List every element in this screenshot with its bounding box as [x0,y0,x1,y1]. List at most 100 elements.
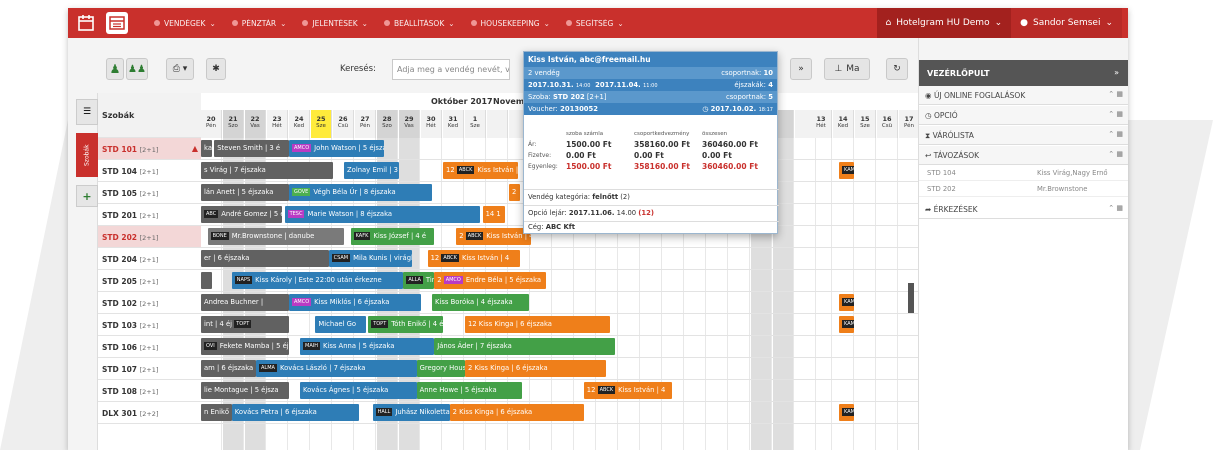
booking-bar[interactable]: int | 4 éj TOPT [201,316,289,333]
collapse-icon[interactable]: » [1114,68,1119,77]
booking-bar[interactable]: János Áder | 7 éjszaka [434,338,615,355]
booking-bar[interactable]: KAFK Kiss József | 4 é [350,228,435,245]
rooms-tab[interactable]: Szobák [76,133,98,177]
booking-bar[interactable]: 2 Kiss Kinga | 6 éjszaka [449,404,584,421]
section-controls[interactable]: ⌃ ▦ [1108,150,1123,158]
day-column [877,138,898,450]
plus-icon[interactable]: + [76,185,98,207]
room-row-header[interactable]: STD 108 [2+1] [98,380,201,402]
departure-item[interactable]: STD 104 Kiss Virág,Nagy Ernő [919,166,1128,181]
room-row-header[interactable]: STD 201 [2+1] [98,204,201,226]
booking-bar[interactable]: ALLATimo [403,272,435,289]
section-controls[interactable]: ⌃ ▦ [1108,204,1123,212]
booking-bar[interactable]: lie Montague | 5 éjsza [201,382,289,399]
room-row-header[interactable]: STD 202 [2+1] [98,226,201,248]
booking-bar[interactable]: Zolnay Emil | 3 éj [344,162,399,179]
menu-item-1[interactable]: PÉNZTÁR ⌄ [231,19,286,28]
menu-item-5[interactable]: SEGÍTSÉG ⌄ [565,19,624,28]
room-filter-icon[interactable]: ☰ [76,99,98,125]
booking-bar[interactable]: KAM2 [839,162,855,179]
section-controls[interactable]: ⌃ ▦ [1108,130,1123,138]
booking-bar[interactable]: ABCAndré Gomez | 5 éjszak [201,206,283,223]
booking-bar[interactable]: n Enikő | [201,404,232,421]
booking-bar[interactable]: ka [201,140,212,157]
booking-bar[interactable]: Kiss Boróka | 4 éjszaka [432,294,529,311]
room-row-header[interactable]: STD 104 [2+1] [98,160,201,182]
booking-bar[interactable] [201,272,212,289]
booking-bar[interactable]: KAM2 [839,404,855,421]
booking-bar[interactable]: TOPT Tóth Enikő | 4 éj [368,316,443,333]
booking-bar[interactable]: 2 AMCO Endre Béla | 5 éjszaka [434,272,547,289]
booking-bar[interactable]: KAM2 [839,316,855,333]
room-row-header[interactable]: STD 102 [2+1] [98,292,201,314]
add-group-button[interactable]: ♟♟ [126,58,148,80]
booking-bar[interactable]: NAPS Kiss Károly | Este 22:00 után érkezn… [231,272,404,289]
booking-bar[interactable]: AMCO Kiss Miklós | 6 éjszaka [289,294,421,311]
booking-bar[interactable]: Steven Smith | 3 é [214,140,289,157]
booking-bar[interactable]: 14 1 [482,206,505,223]
booking-bar[interactable]: Kovács Petra | 6 éjszaka [231,404,360,421]
arrivals-section[interactable]: ➦ ÉRKEZÉSEK ⌃ ▦ [919,200,1128,219]
booking-bar[interactable]: er | 6 éjszaka [201,250,329,267]
room-row-header[interactable]: STD 106 [2+1] [98,336,201,358]
booking-bar[interactable]: 2 ABCK Kiss István | 4 [456,228,531,245]
menu-item-2[interactable]: JELENTÉSEK ⌄ [302,19,368,28]
departure-item[interactable]: STD 202 Mr.Brownstone [919,182,1128,197]
day-of-week: Pén [360,123,370,129]
booking-bar[interactable]: TESC Marie Watson | 8 éjszaka [284,206,481,223]
booking-bar[interactable]: 12 Kiss Kinga | 6 éjszaka [465,316,611,333]
booking-bar[interactable]: lán Anett | 5 éjszaka [201,184,289,201]
booking-bar[interactable]: Kovács Ágnes | 5 éjszaka [300,382,417,399]
dashboard-section[interactable]: ◷ OPCIÓ ⌃ ▦ [919,106,1128,125]
booking-bar[interactable]: Gregory House | [416,360,465,377]
booking-bar[interactable]: Andrea Buchner | [201,294,289,311]
booking-bar[interactable]: KAM2 [839,294,855,311]
section-controls[interactable]: ⌃ ▦ [1108,110,1123,118]
booking-bar[interactable]: ALMA Kovács László | 7 éjszaka [256,360,417,377]
room-row-header[interactable]: STD 101 [2+1] ▲ [98,138,201,160]
room-row-header[interactable]: STD 107 [2+1] [98,358,201,380]
settings-button[interactable]: ✱ [206,58,226,80]
booking-bar[interactable]: AMCOJohn Watson | 5 éjszaka [289,140,384,157]
section-controls[interactable]: ⌃ ▦ [1108,90,1123,98]
booking-bar[interactable]: MAIH Kiss Anna | 5 éjszaka [300,338,435,355]
user-menu[interactable]: ● Sandor Semsei ⌄ [1011,8,1122,38]
booking-label: lie Montague | 5 éjsza [204,386,279,394]
booking-bar[interactable]: Michael Go [315,316,366,333]
hotel-selector[interactable]: ⌂ Hotelgram HU Demo ⌄ [876,8,1012,38]
booking-bar[interactable]: 2 [509,184,520,201]
menu-item-0[interactable]: VENDÉGEK ⌄ [154,19,216,28]
booking-bar[interactable]: 12 ABCKKiss István | 4 [443,162,518,179]
company-value: ABC Kft [545,223,575,231]
booking-bar[interactable]: am | 6 éjszaka [201,360,256,377]
booking-bar[interactable]: GOVE Végh Béla Úr | 8 éjszaka [289,184,432,201]
room-row-header[interactable]: STD 204 [2+1] [98,248,201,270]
add-guest-button[interactable]: ♟ [106,58,124,80]
dashboard-section[interactable]: ↩ TÁVOZÁSOK ⌃ ▦ [919,146,1128,165]
booking-bar[interactable]: 12 ABCKKiss István | 4 [583,382,672,399]
room-row-header[interactable]: STD 205 [2+1] [98,270,201,292]
list-view-icon[interactable] [106,12,128,34]
today-button[interactable]: ⊥ Ma [824,58,870,80]
search-input[interactable]: Adja meg a vendég nevét, vi [392,59,510,80]
booking-bar[interactable]: OVIFekete Mamba | 5 éjszal [201,338,289,355]
booking-bar[interactable]: CSAM Mila Kunis | virágl [328,250,413,267]
booking-bar[interactable]: HALL Juhász Nikoletta | [372,404,450,421]
room-row-header[interactable]: STD 105 [2+1] [98,182,201,204]
dashboard-section[interactable]: ⧗ VÁRÓLISTA ⌃ ▦ [919,126,1128,145]
calendar-icon[interactable] [75,12,97,34]
booking-bar[interactable]: 12 ABCKKiss István | 4 [427,250,520,267]
next-period-button[interactable]: » [790,58,812,80]
refresh-button[interactable]: ↻ [886,58,908,80]
booking-bar[interactable]: 2 Kiss Kinga | 6 éjszaka [465,360,606,377]
menu-item-4[interactable]: HOUSEKEEPING ⌄ [470,19,550,28]
scroll-handle[interactable] [908,283,914,313]
booking-bar[interactable]: s Virág | 7 éjszaka [201,162,333,179]
room-row-header[interactable]: DLX 301 [2+2] [98,402,201,424]
menu-item-3[interactable]: BEÁLLÍTÁSOK ⌄ [383,19,455,28]
booking-bar[interactable]: Anne Howe | 5 éjszaka [416,382,523,399]
print-button[interactable]: ⎙ ▾ [166,58,194,80]
room-row-header[interactable]: STD 103 [2+1] [98,314,201,336]
booking-bar[interactable]: BONE Mr.Brownstone | danube [207,228,344,245]
dashboard-section[interactable]: ◉ ÚJ ONLINE FOGLALÁSOK ⌃ ▦ [919,86,1128,105]
